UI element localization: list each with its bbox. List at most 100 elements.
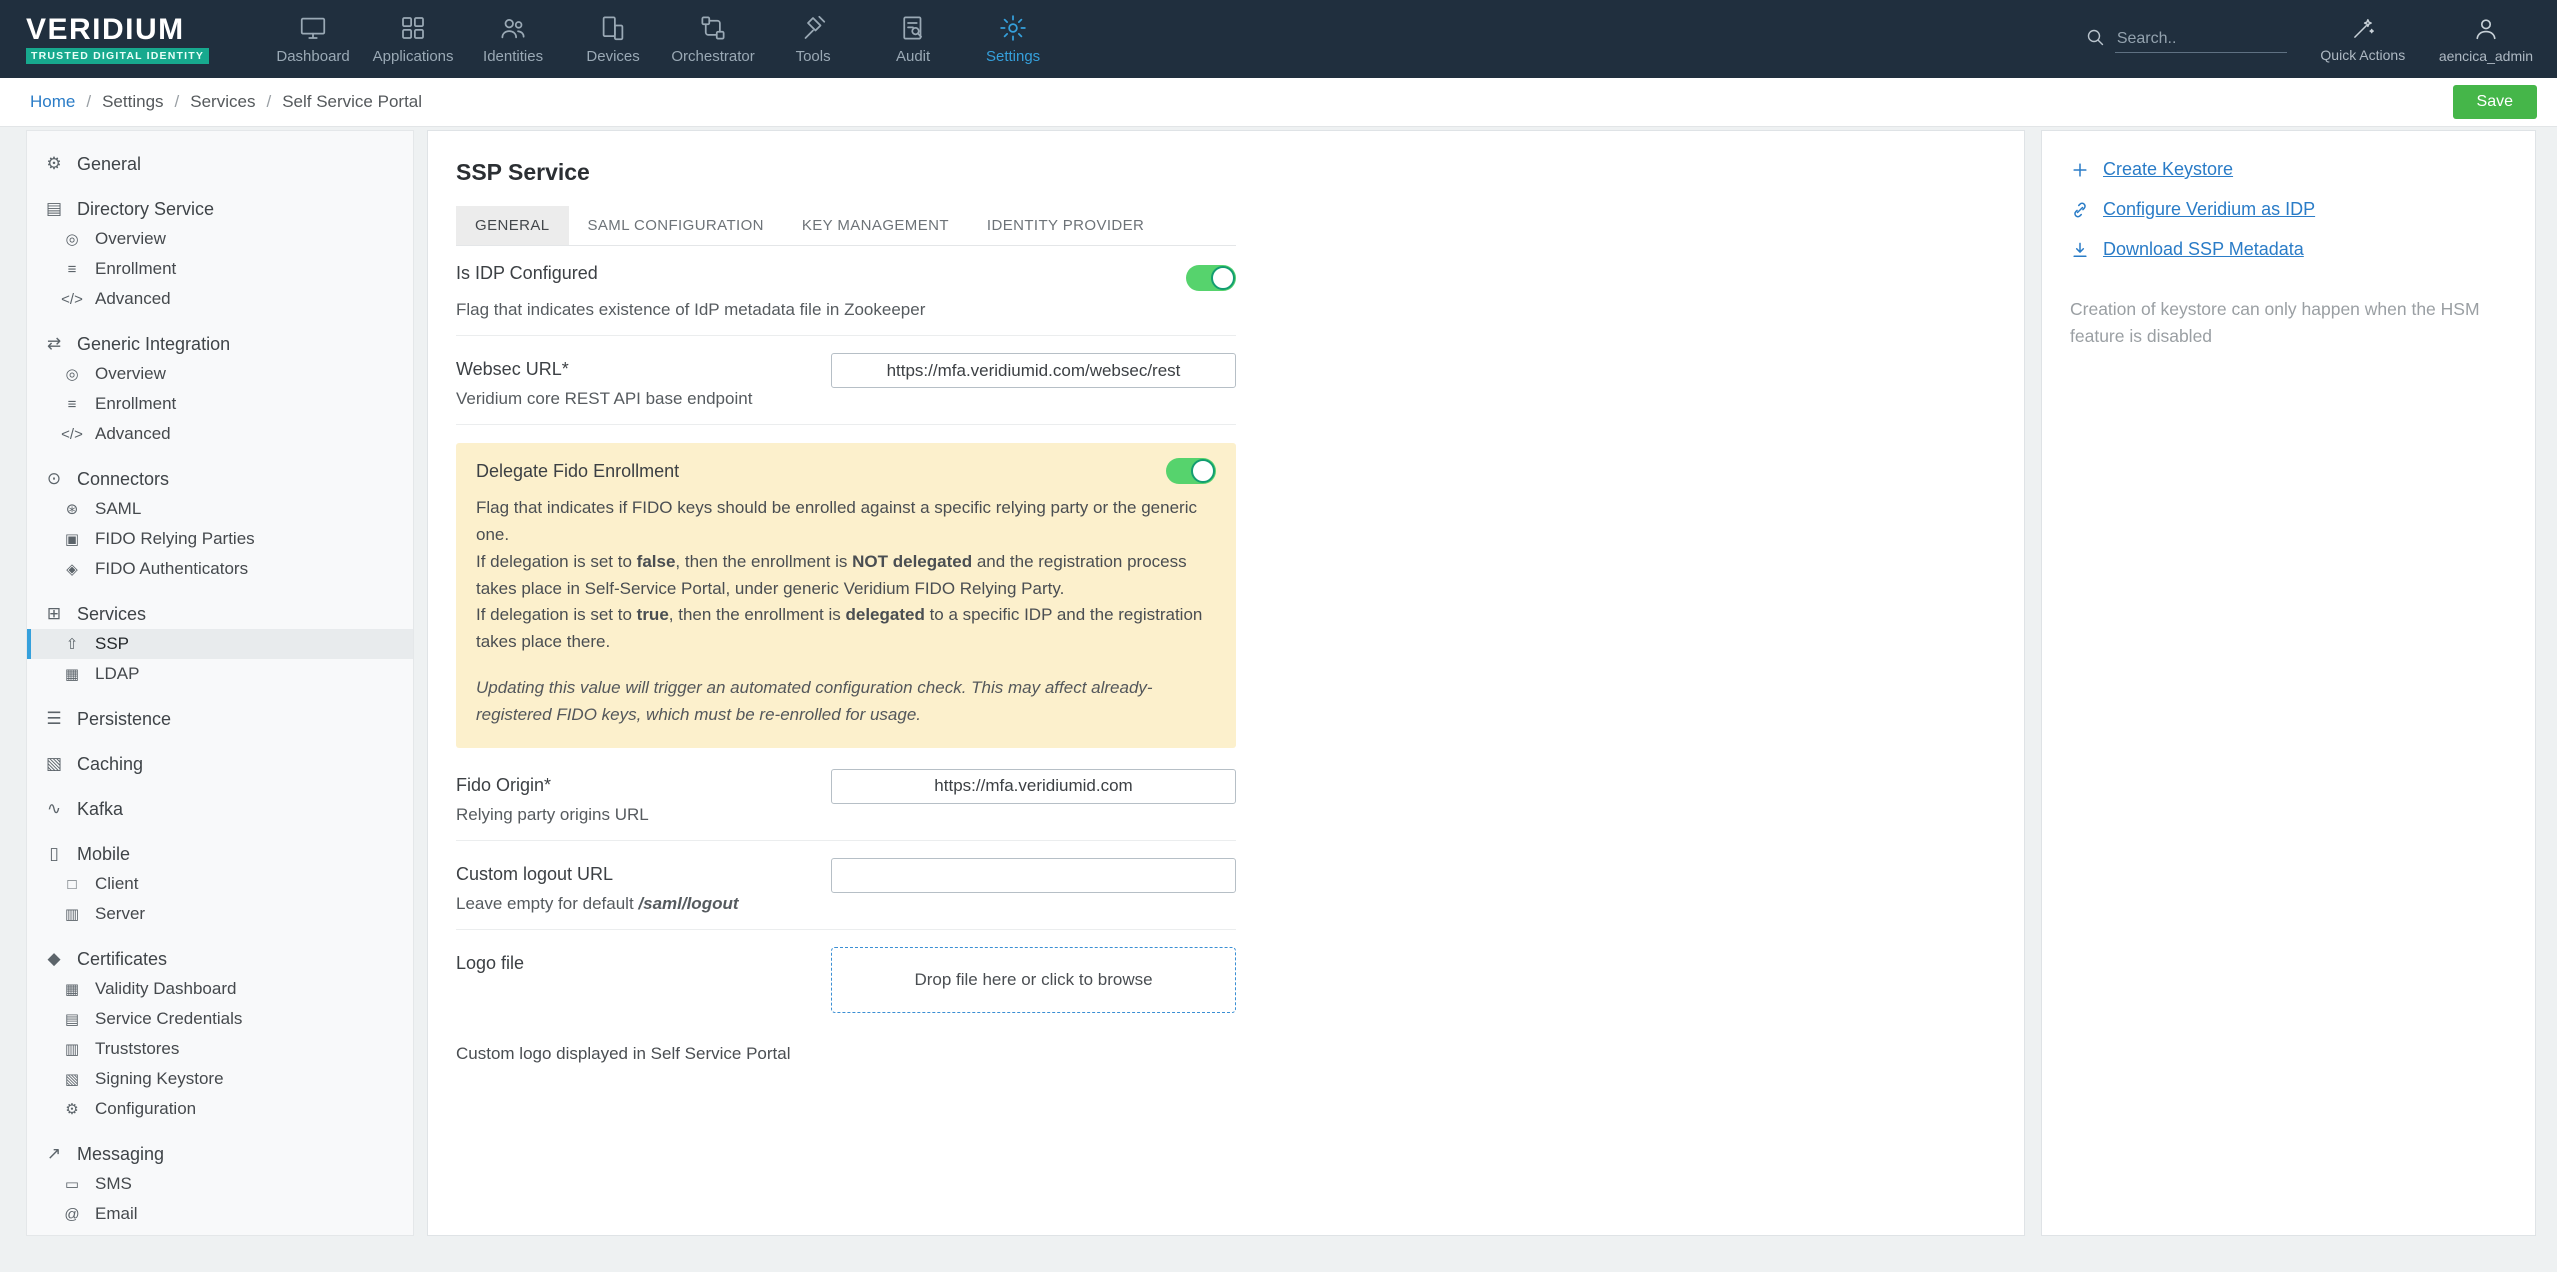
nav-item-tools[interactable]: Tools <box>763 0 863 78</box>
sidebar-item-label: Advanced <box>95 289 171 308</box>
sidebar-item-directory-service[interactable]: ▤ Directory Service <box>27 194 413 224</box>
nav-label: Settings <box>985 48 1041 65</box>
sidebar-item-label: Generic Integration <box>77 333 231 354</box>
brand-name: VERIDIUM <box>26 12 185 46</box>
nav-item-audit[interactable]: Audit <box>863 0 963 78</box>
sidebar-item-label: Certificates <box>77 948 168 969</box>
brand-logo[interactable]: VERIDIUM TRUSTED DIGITAL IDENTITY <box>26 12 210 64</box>
tab-general[interactable]: GENERAL <box>456 206 569 245</box>
sidebar-item-configuration[interactable]: ⚙ Configuration <box>27 1094 413 1124</box>
sidebar-item-persistence[interactable]: ☰ Persistence <box>27 704 413 734</box>
nav-item-dashboard[interactable]: Dashboard <box>263 0 363 78</box>
delegate-description-line1: Flag that indicates if FIDO keys should … <box>476 498 1197 544</box>
sidebar-item-label: Kafka <box>77 798 124 819</box>
breadcrumb-services[interactable]: Services <box>190 92 255 112</box>
code-icon: </> <box>61 425 83 443</box>
tab-key-management[interactable]: KEY MANAGEMENT <box>783 206 968 245</box>
hsm-note: Creation of keystore can only happen whe… <box>2070 299 2480 347</box>
sidebar-item-caching[interactable]: ▧ Caching <box>27 749 413 779</box>
sidebar-item-services[interactable]: ⊞ Services <box>27 599 413 629</box>
breadcrumb-home[interactable]: Home <box>30 92 75 112</box>
action-label: Download SSP Metadata <box>2103 239 2304 259</box>
sidebar-item-fido-authenticators[interactable]: ◈ FIDO Authenticators <box>27 554 413 584</box>
sidebar-item-label: Service Credentials <box>95 1009 243 1028</box>
messaging-icon: ↗ <box>46 1144 62 1163</box>
sidebar-item-generic-integration[interactable]: ⇄ Generic Integration <box>27 329 413 359</box>
sidebar-item-label: Directory Service <box>77 198 215 219</box>
sidebar-item-signing-keystore[interactable]: ▧ Signing Keystore <box>27 1064 413 1094</box>
tab-saml-configuration[interactable]: SAML CONFIGURATION <box>569 206 783 245</box>
nav-label: Orchestrator <box>671 48 755 65</box>
validity-icon: ▦ <box>64 981 80 998</box>
page-title: SSP Service <box>456 159 590 185</box>
sidebar-item-gi-enrollment[interactable]: ≡ Enrollment <box>27 389 413 419</box>
sidebar-item-ldap[interactable]: ▦ LDAP <box>27 659 413 689</box>
sidebar-item-connectors[interactable]: ⊙ Connectors <box>27 464 413 494</box>
sidebar-item-label: SAML <box>95 499 142 518</box>
is-idp-configured-toggle[interactable] <box>1186 265 1236 291</box>
sidebar-item-label: Email <box>95 1204 138 1223</box>
sidebar-item-client[interactable]: □ Client <box>27 869 413 899</box>
delegate-fido-enrollment-toggle[interactable] <box>1166 458 1216 484</box>
content-area: ⚙ General ▤ Directory Service ◎ Overview ≡ E… <box>0 127 2557 1272</box>
nav-item-applications[interactable]: Applications <box>363 0 463 78</box>
save-button[interactable]: Save <box>2452 85 2537 119</box>
logo-file-dropzone[interactable]: Drop file here or click to browse <box>831 946 1236 1013</box>
custom-logout-url-input[interactable] <box>831 857 1236 893</box>
sidebar-item-fido-relying-parties[interactable]: ▣ FIDO Relying Parties <box>27 524 413 554</box>
nav-label: Tools <box>795 48 831 65</box>
sidebar-item-mobile[interactable]: ▯ Mobile <box>27 839 413 869</box>
sidebar-item-email[interactable]: @ Email <box>27 1199 413 1229</box>
sidebar-item-ds-advanced[interactable]: </> Advanced <box>27 284 413 314</box>
sidebar-item-gi-overview[interactable]: ◎ Overview <box>27 359 413 389</box>
download-icon <box>2070 240 2090 260</box>
sidebar-item-server[interactable]: ▥ Server <box>27 899 413 929</box>
nav-item-orchestrator[interactable]: Orchestrator <box>663 0 763 78</box>
top-nav: VERIDIUM TRUSTED DIGITAL IDENTITY Dashbo… <box>0 0 2557 78</box>
nav-item-settings[interactable]: Settings <box>963 0 1063 78</box>
sidebar-item-label: Services <box>77 603 147 624</box>
nav-item-identities[interactable]: Identities <box>463 0 563 78</box>
search-input[interactable] <box>2114 26 2287 53</box>
download-ssp-metadata-link[interactable]: Download SSP Metadata <box>2070 239 2507 260</box>
configure-veridium-as-idp-link[interactable]: Configure Veridium as IDP <box>2070 199 2507 220</box>
sidebar-item-saml[interactable]: ⊛ SAML <box>27 494 413 524</box>
sidebar-item-certificates[interactable]: ◆ Certificates <box>27 944 413 974</box>
services-icon: ⊞ <box>46 604 62 623</box>
sidebar-item-kafka[interactable]: ∿ Kafka <box>27 794 413 824</box>
user-menu[interactable]: aencica_admin <box>2439 15 2533 64</box>
breadcrumb-settings[interactable]: Settings <box>102 92 163 112</box>
enrollment-icon: ≡ <box>67 395 77 413</box>
create-keystore-link[interactable]: Create Keystore <box>2070 159 2507 180</box>
tab-identity-provider[interactable]: IDENTITY PROVIDER <box>968 206 1163 245</box>
sidebar-item-label: Messaging <box>77 1143 165 1164</box>
top-nav-right: Quick Actions aencica_admin <box>2083 15 2533 64</box>
nav-item-devices[interactable]: Devices <box>563 0 663 78</box>
overview-icon: ◎ <box>65 366 79 383</box>
database-icon: ☰ <box>46 709 62 728</box>
orchestrator-icon <box>698 13 728 43</box>
sidebar-item-truststores[interactable]: ▥ Truststores <box>27 1034 413 1064</box>
field-is-idp-configured: Is IDP Configured Flag that indicates ex… <box>456 246 1236 336</box>
dropzone-text: Drop file here or click to browse <box>914 969 1153 989</box>
kafka-icon: ∿ <box>46 799 62 818</box>
sidebar-item-general[interactable]: ⚙ General <box>27 149 413 179</box>
sidebar-item-gi-advanced[interactable]: </> Advanced <box>27 419 413 449</box>
link-icon <box>2070 200 2090 220</box>
sidebar-item-messaging[interactable]: ↗ Messaging <box>27 1139 413 1169</box>
sidebar-item-ssp[interactable]: ⇧ SSP <box>27 629 413 659</box>
field-label: Custom logout URL <box>456 863 614 884</box>
sidebar-item-ds-overview[interactable]: ◎ Overview <box>27 224 413 254</box>
sidebar-item-sms[interactable]: ▭ SMS <box>27 1169 413 1199</box>
sidebar-item-label: Client <box>95 874 139 893</box>
fido-origin-input[interactable] <box>831 768 1236 804</box>
quick-actions-button[interactable]: Quick Actions <box>2317 16 2409 63</box>
sidebar-item-service-credentials[interactable]: ▤ Service Credentials <box>27 1004 413 1034</box>
field-description: Relying party origins URL <box>456 804 649 824</box>
action-label: Configure Veridium as IDP <box>2103 199 2316 219</box>
ssp-icon: ⇧ <box>65 636 79 653</box>
sidebar-item-validity-dashboard[interactable]: ▦ Validity Dashboard <box>27 974 413 1004</box>
sidebar-item-ds-enrollment[interactable]: ≡ Enrollment <box>27 254 413 284</box>
sidebar-item-label: SMS <box>95 1174 132 1193</box>
websec-url-input[interactable] <box>831 353 1236 388</box>
